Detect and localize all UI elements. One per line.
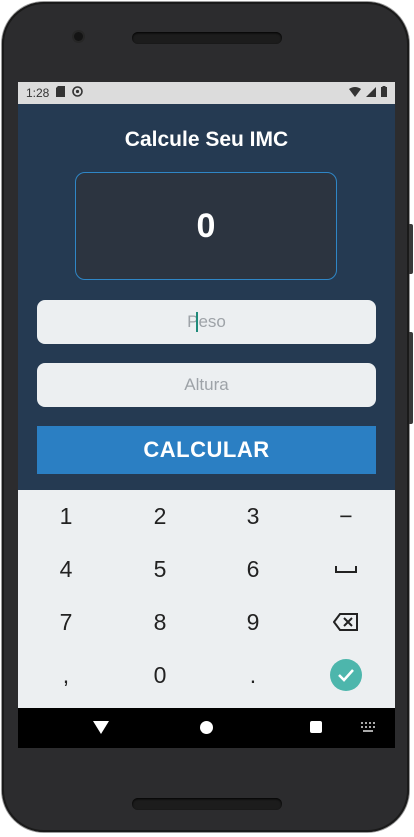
page-title: Calcule Seu IMC xyxy=(124,128,289,151)
checkmark-icon xyxy=(330,659,362,691)
home-icon[interactable] xyxy=(200,721,213,734)
key-backspace[interactable] xyxy=(299,596,393,648)
calcular-button[interactable]: CALCULAR xyxy=(37,426,376,474)
key-6[interactable]: 6 xyxy=(206,543,300,595)
recent-apps-icon[interactable] xyxy=(310,721,322,733)
key-1[interactable]: 1 xyxy=(19,490,113,542)
top-speaker xyxy=(132,32,282,44)
sync-icon xyxy=(72,86,84,100)
key-3[interactable]: 3 xyxy=(206,490,300,542)
signal-icon xyxy=(366,86,376,100)
key-period[interactable]: . xyxy=(206,649,300,701)
navigation-bar xyxy=(18,708,395,748)
phone-frame: 1:28 Calcule Seu IMC 0 Peso Altura CALCU… xyxy=(2,2,413,832)
wifi-icon xyxy=(349,86,361,100)
numeric-keyboard: 1 2 3 − 4 5 6 7 8 9 , 0 . xyxy=(18,490,395,708)
key-4[interactable]: 4 xyxy=(19,543,113,595)
altura-placeholder: Altura xyxy=(184,375,229,394)
altura-input[interactable]: Altura xyxy=(37,363,376,407)
result-display: 0 xyxy=(75,172,337,280)
bottom-speaker xyxy=(132,798,282,810)
key-8[interactable]: 8 xyxy=(113,596,207,648)
key-5[interactable]: 5 xyxy=(113,543,207,595)
peso-input[interactable]: Peso xyxy=(37,300,376,344)
screen: 1:28 Calcule Seu IMC 0 Peso Altura CALCU… xyxy=(18,82,395,748)
key-7[interactable]: 7 xyxy=(19,596,113,648)
key-9[interactable]: 9 xyxy=(206,596,300,648)
backspace-icon xyxy=(333,613,358,631)
space-icon xyxy=(335,566,357,573)
peso-placeholder-part: eso xyxy=(198,311,226,331)
sd-card-icon xyxy=(56,86,66,100)
keyboard-switch-icon[interactable] xyxy=(361,722,375,732)
status-time: 1:28 xyxy=(26,86,50,100)
battery-icon xyxy=(381,86,387,100)
key-done[interactable] xyxy=(299,649,393,701)
peso-placeholder: Peso xyxy=(187,312,226,333)
key-space[interactable] xyxy=(299,543,393,595)
key-0[interactable]: 0 xyxy=(113,649,207,701)
key-comma[interactable]: , xyxy=(19,649,113,701)
power-button xyxy=(409,224,413,274)
volume-button xyxy=(409,332,413,424)
key-minus[interactable]: − xyxy=(299,490,393,542)
result-value: 0 xyxy=(196,206,216,245)
back-icon[interactable] xyxy=(93,721,109,734)
key-2[interactable]: 2 xyxy=(113,490,207,542)
status-bar: 1:28 xyxy=(18,82,395,104)
front-camera xyxy=(74,32,83,41)
